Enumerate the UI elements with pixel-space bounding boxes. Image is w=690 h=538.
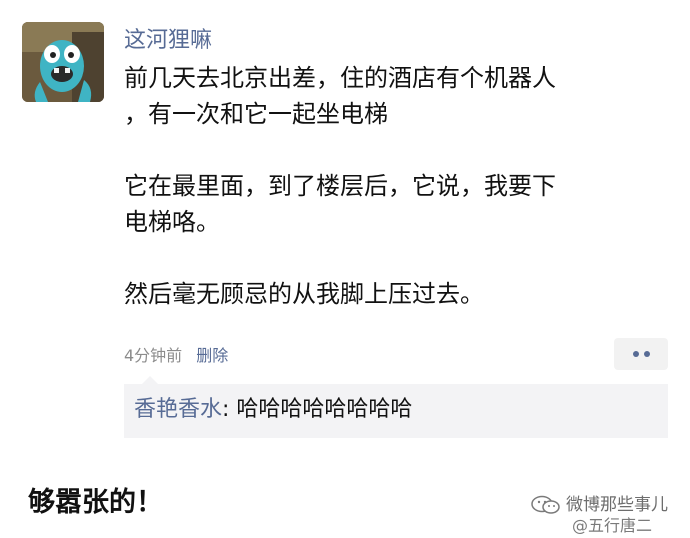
monster-avatar-icon: [22, 22, 104, 102]
more-dots-icon: [633, 351, 639, 357]
moments-post-screenshot: 这河狸嘛 前几天去北京出差，住的酒店有个机器人 ，有一次和它一起坐电梯 它在最里…: [0, 0, 690, 538]
post-paragraph-3: 然后毫无顾忌的从我脚上压过去。: [124, 276, 644, 312]
comment-separator: :: [222, 397, 237, 422]
post-line: 前几天去北京出差，住的酒店有个机器人: [124, 64, 556, 92]
post-line: 然后毫无顾忌的从我脚上压过去。: [124, 280, 484, 308]
comment-text: 哈哈哈哈哈哈哈哈: [236, 397, 413, 422]
watermark-handle: @五行唐二: [572, 516, 653, 535]
post-line: ，有一次和它一起坐电梯: [124, 100, 388, 128]
more-actions-button[interactable]: [614, 338, 668, 370]
comment-pointer: [142, 376, 158, 384]
caption: 够嚣张的！: [28, 487, 163, 518]
post-meta: 4分钟前 删除: [124, 344, 228, 368]
more-dots-icon: [644, 351, 650, 357]
delete-button[interactable]: 删除: [196, 346, 228, 365]
post-line: 电梯咯。: [124, 208, 220, 236]
post-body: 前几天去北京出差，住的酒店有个机器人 ，有一次和它一起坐电梯 它在最里面，到了楼…: [124, 60, 644, 312]
comment-author[interactable]: 香艳香水: [134, 397, 222, 422]
wechat-icon: [531, 495, 560, 514]
watermark-source: 微博那些事儿: [530, 494, 668, 516]
comment-item[interactable]: 香艳香水: 哈哈哈哈哈哈哈哈: [134, 394, 412, 426]
post-timestamp: 4分钟前: [124, 346, 183, 365]
comment-section: 香艳香水: 哈哈哈哈哈哈哈哈: [124, 376, 668, 438]
post-paragraph-1: 前几天去北京出差，住的酒店有个机器人 ，有一次和它一起坐电梯: [124, 60, 644, 132]
avatar[interactable]: [22, 22, 104, 102]
post-paragraph-2: 它在最里面，到了楼层后，它说，我要下 电梯咯。: [124, 168, 644, 240]
watermark-source-text: 微博那些事儿: [566, 495, 668, 515]
post-line: 它在最里面，到了楼层后，它说，我要下: [124, 172, 556, 200]
username[interactable]: 这河狸嘛: [124, 26, 212, 56]
